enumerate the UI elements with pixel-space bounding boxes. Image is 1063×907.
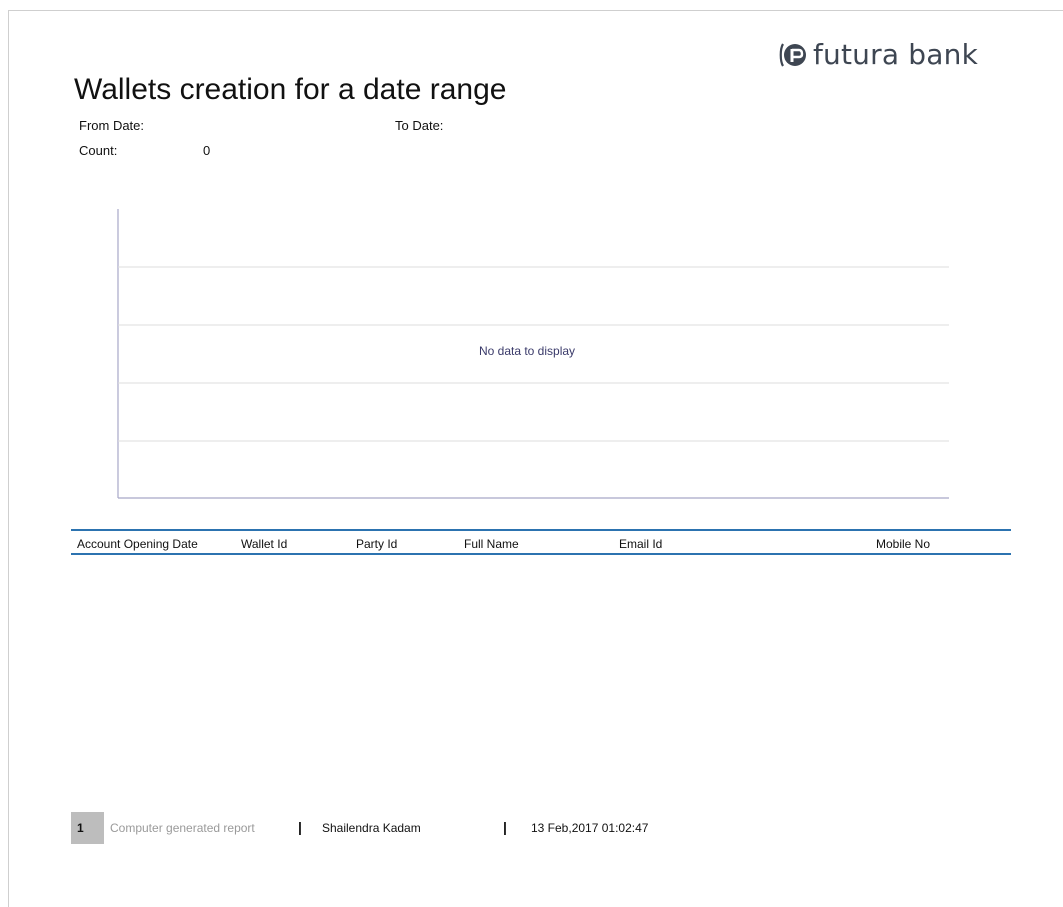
column-header-wallet-id: Wallet Id [241, 537, 288, 551]
column-header-mobile-no: Mobile No [876, 537, 931, 551]
wallets-table-header: Account Opening Date Wallet Id Party Id … [71, 529, 1011, 555]
footer-separator: | [503, 819, 507, 835]
brand-name: futura bank [813, 38, 978, 71]
column-header-account-opening-date: Account Opening Date [77, 537, 198, 551]
page-number: 1 [77, 821, 84, 835]
wallets-chart: No data to display [117, 209, 949, 499]
footer-note: Computer generated report [110, 821, 255, 835]
column-header-email-id: Email Id [619, 537, 663, 551]
page-number-box: 1 [71, 812, 104, 844]
from-date-label: From Date: [79, 118, 145, 133]
footer-author: Shailendra Kadam [322, 821, 421, 835]
to-date-label: To Date: [395, 118, 444, 133]
column-header-party-id: Party Id [356, 537, 398, 551]
futura-bank-logo-icon [779, 43, 806, 67]
report-title: Wallets creation for a date range [74, 73, 507, 106]
column-header-full-name: Full Name [464, 537, 519, 551]
footer-separator: | [298, 819, 302, 835]
brand-logo: futura bank [779, 40, 978, 70]
footer-timestamp: 13 Feb,2017 01:02:47 [531, 821, 649, 835]
count-label: Count: [79, 143, 118, 158]
chart-empty-message: No data to display [478, 344, 576, 358]
count-value: 0 [203, 143, 211, 158]
